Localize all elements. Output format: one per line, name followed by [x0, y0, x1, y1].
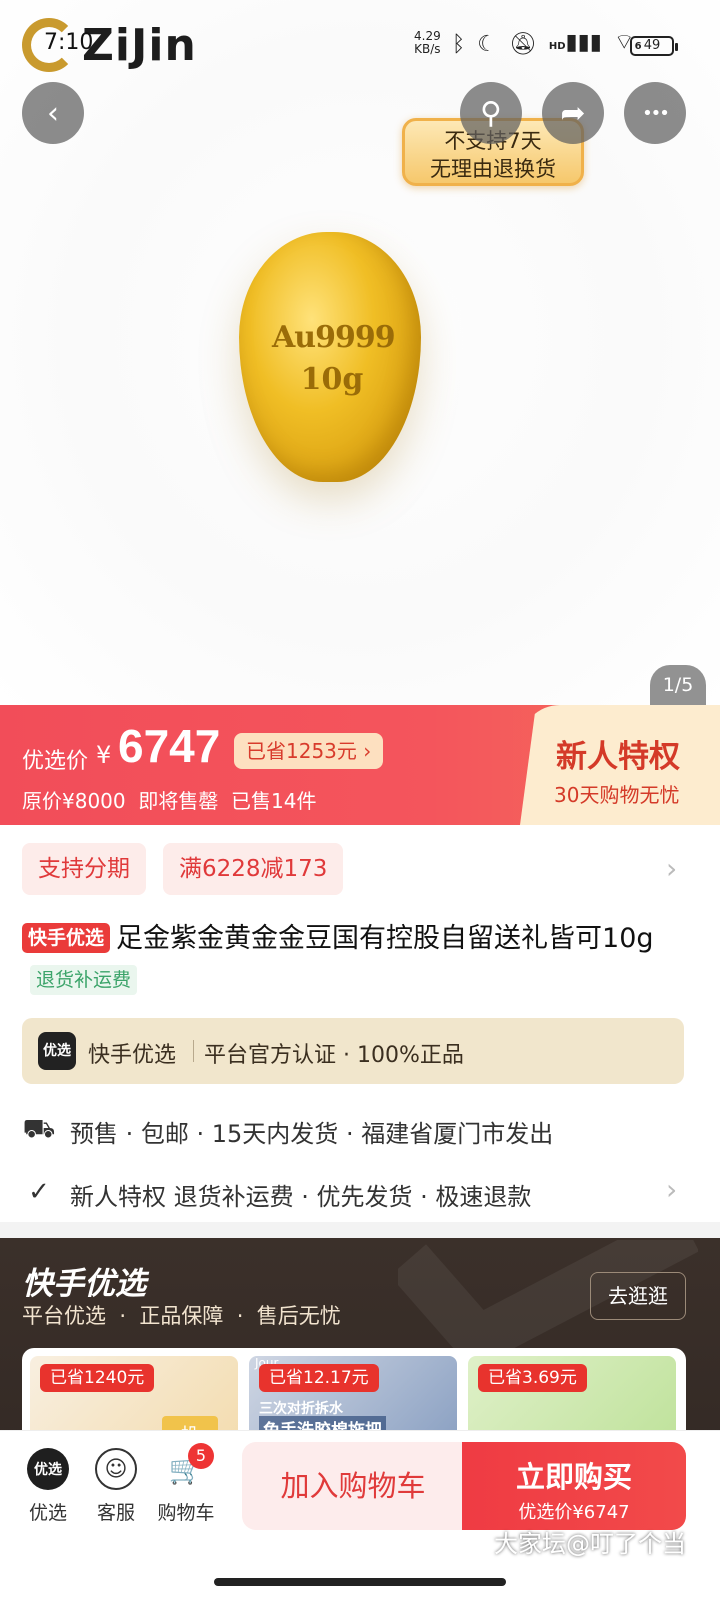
- cart-count-badge: 5: [188, 1443, 214, 1469]
- shipping-row[interactable]: ⛟ 预售 · 包邮 · 15天内发货 · 福建省厦门市发出: [22, 1110, 702, 1150]
- kuaishou-tag: 快手优选: [22, 923, 111, 953]
- featured-sub: 平台优选 · 正品保障 · 售后无忧: [22, 1304, 341, 1328]
- signal-icon: HD▮▮▮: [548, 30, 602, 55]
- gold-bean-image: [239, 232, 421, 482]
- buy-now-label: 立即购买: [515, 1460, 632, 1494]
- stamp-weight: 10g: [300, 362, 364, 397]
- saved-badge: 已省1240元: [40, 1364, 155, 1392]
- search-button[interactable]: ⚲: [460, 82, 522, 144]
- share-icon: ➦: [560, 95, 586, 131]
- brand-bar[interactable]: 优选 快手优选 平台官方认证 · 100%正品: [22, 1018, 684, 1084]
- nav-label: 优选: [28, 1502, 67, 1524]
- saved-badge: 已省12.17元: [259, 1364, 379, 1392]
- perk-title: 新人特权: [556, 739, 680, 775]
- product-title-text: 足金紫金黄金金豆国有控股自留送礼皆可10g: [116, 923, 654, 954]
- discount-chip[interactable]: 满6228减173: [163, 843, 344, 895]
- price-banner: 优选价 ¥ 6747 已省1253元 › 原价¥8000 即将售罄 已售14件 …: [0, 705, 720, 825]
- back-icon: ‹: [47, 95, 59, 131]
- back-button[interactable]: ‹: [22, 82, 84, 144]
- price-sub: 原价¥8000 即将售罄 已售14件: [22, 789, 317, 813]
- return-shipping-tag: 退货补运费: [30, 965, 138, 995]
- nav-customer-service[interactable]: ☺ 客服: [86, 1448, 146, 1525]
- brand-info: 平台官方认证 · 100%正品: [204, 1043, 464, 1068]
- status-time: 7:10: [44, 30, 94, 55]
- product-title: 快手优选 足金紫金黄金金豆国有控股自留送礼皆可10g 退货补运费: [22, 918, 692, 1002]
- divider: [193, 1040, 194, 1062]
- share-button[interactable]: ➦: [542, 82, 604, 144]
- browse-button[interactable]: 去逛逛: [590, 1272, 686, 1320]
- moon-icon: ☾: [477, 32, 497, 57]
- network-speed: 4.29 KB/s: [414, 29, 441, 56]
- guarantee-text: 新人特权 退货补运费 · 优先发货 · 极速退款: [70, 1183, 532, 1211]
- price-value: 6747: [118, 720, 221, 772]
- perk-sub: 30天购物无忧: [554, 783, 680, 807]
- battery-icon: 49: [630, 36, 678, 56]
- section-divider: [0, 1222, 720, 1238]
- nav-label: 购物车: [157, 1502, 215, 1524]
- status-bar: ZiJin 7:10 4.29 KB/s ᛒ ☾ 🔕︎ HD▮▮▮ ⌔6 49: [0, 0, 720, 80]
- saved-badge[interactable]: 已省1253元 ›: [234, 733, 384, 769]
- image-counter: 1/5: [650, 665, 706, 705]
- saved-badge: 已省3.69元: [478, 1364, 587, 1392]
- buy-now-price: 优选价¥6747: [518, 1502, 630, 1523]
- truck-icon: ⛟: [22, 1114, 56, 1144]
- card-line1: 三次对折拆水: [259, 1401, 343, 1417]
- more-icon: •••: [642, 102, 670, 124]
- chevron-right-icon[interactable]: ›: [666, 852, 677, 885]
- featured-title: 快手优选: [22, 1266, 146, 1302]
- bluetooth-icon: ᛒ: [452, 32, 466, 57]
- home-indicator[interactable]: [214, 1578, 506, 1586]
- nav-label: 客服: [96, 1502, 135, 1524]
- shield-check-icon: ✓: [28, 1177, 50, 1207]
- more-button[interactable]: •••: [624, 82, 686, 144]
- no-return-line2: 无理由退换货: [430, 157, 556, 181]
- youxuan-icon: 优选: [27, 1448, 69, 1490]
- status-icons: ᛒ ☾ 🔕︎ HD▮▮▮ ⌔6: [452, 30, 642, 60]
- mute-icon: 🔕︎: [508, 32, 537, 57]
- price-label: 优选价: [22, 749, 89, 774]
- chat-icon: ☺: [95, 1448, 137, 1490]
- buy-now-button[interactable]: 立即购买 优选价¥6747: [462, 1442, 686, 1530]
- kuaishou-logo-icon: 优选: [38, 1032, 76, 1070]
- add-to-cart-button[interactable]: 加入购物车: [242, 1442, 464, 1530]
- product-page: Au9999 10g 不支持7天 无理由退换货 1/5 ZiJin 7:10 4…: [0, 0, 720, 1600]
- guarantee-row[interactable]: ✓ 新人特权 退货补运费 · 优先发货 · 极速退款 ›: [22, 1173, 702, 1213]
- stamp-purity: Au9999: [272, 320, 396, 355]
- price-currency: ¥: [96, 741, 112, 769]
- zijin-logo-text: ZiJin: [82, 20, 197, 71]
- shipping-text: 预售 · 包邮 · 15天内发货 · 福建省厦门市发出: [70, 1120, 554, 1148]
- product-image[interactable]: Au9999 10g 不支持7天 无理由退换货 1/5: [0, 0, 720, 705]
- search-icon: ⚲: [480, 95, 502, 131]
- forum-watermark: 大家坛@叮了个当: [494, 1530, 686, 1558]
- nav-youxuan[interactable]: 优选 优选: [18, 1448, 78, 1525]
- installment-chip[interactable]: 支持分期: [22, 843, 146, 895]
- brand-name: 快手优选: [88, 1043, 177, 1068]
- chevron-right-icon: ›: [666, 1173, 678, 1206]
